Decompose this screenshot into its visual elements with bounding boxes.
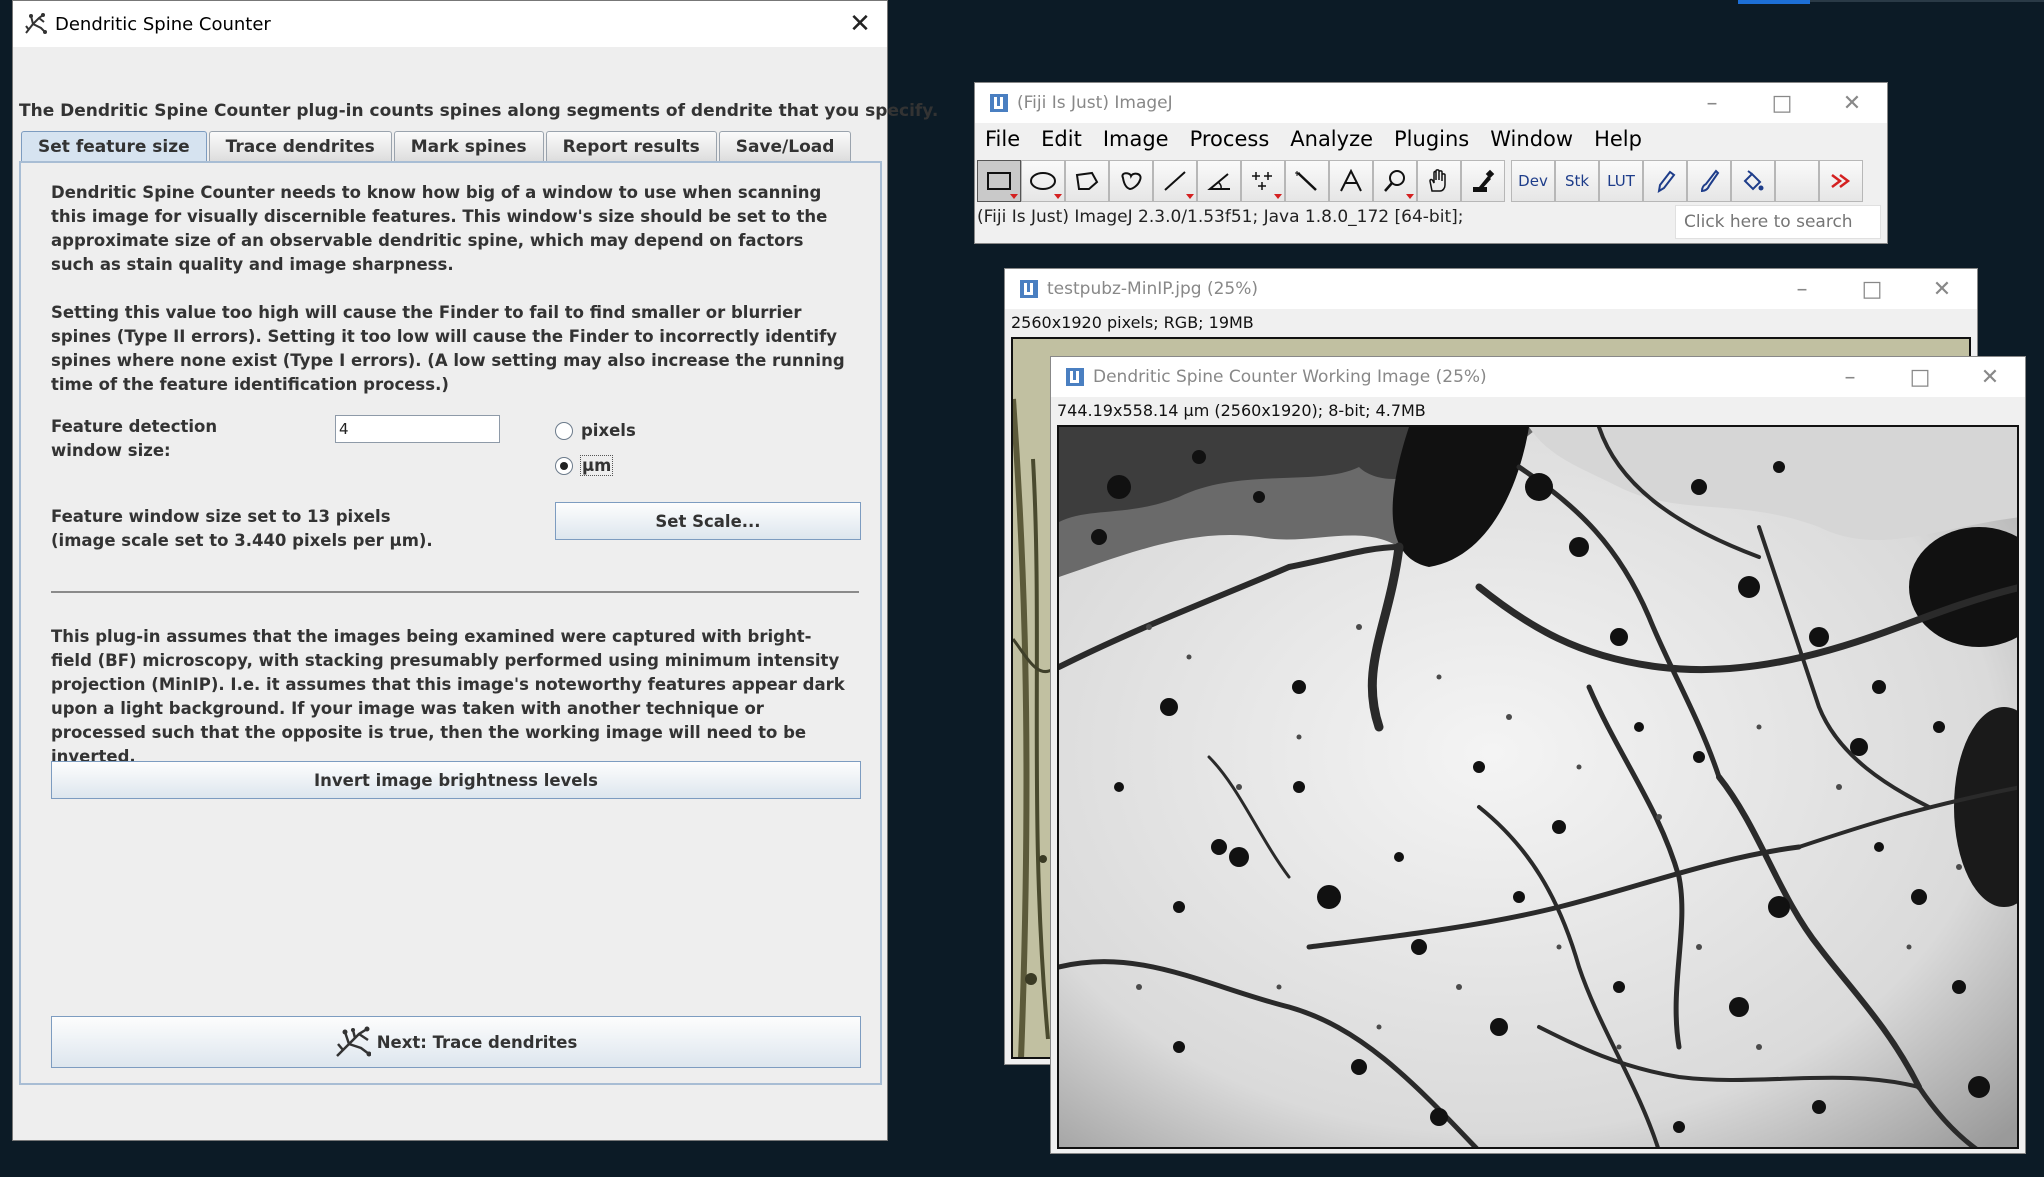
tab-save-load[interactable]: Save/Load (718, 131, 852, 162)
radio-um-indicator[interactable] (555, 456, 573, 475)
menu-file[interactable]: File (985, 127, 1020, 151)
minimize-icon[interactable]: – (1815, 357, 1885, 397)
minip-image-info: 2560x1920 pixels; RGB; 19MB (1011, 313, 1254, 332)
radio-pixels-indicator[interactable] (555, 421, 573, 440)
imagej-app-icon (989, 93, 1009, 113)
menu-image[interactable]: Image (1103, 127, 1169, 151)
tab-panel-set-feature-size: Dendritic Spine Counter needs to know ho… (19, 161, 882, 1085)
rectangle-tool-icon[interactable] (977, 160, 1021, 202)
dialog-title: Dendritic Spine Counter (55, 13, 271, 35)
blank-tool-slot[interactable] (1775, 160, 1819, 202)
wand-tool-icon[interactable] (1285, 160, 1329, 202)
window-size-label: Feature detection window size: (51, 417, 218, 460)
lut-tool-button[interactable]: LUT (1599, 160, 1643, 202)
working-title: Dendritic Spine Counter Working Image (2… (1093, 367, 1487, 387)
working-image-canvas[interactable] (1057, 425, 2019, 1149)
next-button-label: Next: Trace dendrites (376, 1032, 578, 1052)
status-line-pixels: Feature window size set to 13 pixels (51, 507, 391, 526)
hand-tool-icon[interactable] (1417, 160, 1461, 202)
intro-text: The Dendritic Spine Counter plug-in coun… (19, 101, 939, 121)
next-trace-dendrites-button[interactable]: Next: Trace dendrites (51, 1016, 861, 1068)
minimize-icon[interactable]: – (1677, 83, 1747, 123)
working-image-info: 744.19x558.14 µm (2560x1920); 8-bit; 4.7… (1057, 401, 1426, 420)
line-tool-icon[interactable] (1153, 160, 1197, 202)
pencil-tool-icon[interactable] (1643, 160, 1687, 202)
feature-size-status: Feature window size set to 13 pixels (im… (51, 505, 451, 553)
maximize-icon[interactable]: □ (1837, 269, 1907, 309)
spine-counter-app-icon (23, 12, 47, 36)
window-size-input[interactable] (335, 415, 500, 443)
feature-size-description: Dendritic Spine Counter needs to know ho… (51, 183, 828, 274)
maximize-icon[interactable]: □ (1747, 83, 1817, 123)
dev-tool-button[interactable]: Dev (1511, 160, 1555, 202)
text-tool-icon[interactable] (1329, 160, 1373, 202)
close-icon[interactable]: ✕ (1955, 357, 2025, 397)
search-input[interactable] (1675, 205, 1881, 239)
status-line-scale: (image scale set to 3.440 pixels per µm)… (51, 531, 433, 550)
spine-counter-dialog: Dendritic Spine Counter ✕ The Dendritic … (12, 0, 938, 1141)
menu-help[interactable]: Help (1594, 127, 1642, 151)
more-tools-icon[interactable] (1819, 160, 1863, 202)
invert-brightness-button[interactable]: Invert image brightness levels (51, 761, 861, 799)
imagej-toolbar: Dev Stk LUT (977, 160, 1863, 202)
unit-radio-pixels[interactable]: pixels (555, 421, 636, 440)
radio-um-label: µm (579, 455, 614, 476)
imagej-title: (Fiji Is Just) ImageJ (1017, 93, 1173, 113)
dendrite-icon (335, 1026, 371, 1058)
menu-process[interactable]: Process (1190, 127, 1270, 151)
radio-pixels-label: pixels (581, 421, 636, 440)
working-image-window: Dendritic Spine Counter Working Image (2… (1050, 356, 2026, 1154)
tab-mark-spines[interactable]: Mark spines (393, 131, 544, 162)
menu-window[interactable]: Window (1490, 127, 1573, 151)
close-icon[interactable]: ✕ (845, 9, 875, 39)
close-icon[interactable]: ✕ (1907, 269, 1977, 309)
menu-analyze[interactable]: Analyze (1290, 127, 1373, 151)
multipoint-tool-icon[interactable] (1241, 160, 1285, 202)
freehand-tool-icon[interactable] (1109, 160, 1153, 202)
imagej-menubar: File Edit Image Process Analyze Plugins … (975, 123, 1663, 155)
polygon-tool-icon[interactable] (1065, 160, 1109, 202)
dropper-tool-icon[interactable] (1461, 160, 1505, 202)
tab-report-results[interactable]: Report results (545, 131, 717, 162)
minimize-icon[interactable]: – (1767, 269, 1837, 309)
stk-tool-button[interactable]: Stk (1555, 160, 1599, 202)
angle-tool-icon[interactable] (1197, 160, 1241, 202)
feature-size-warning: Setting this value too high will cause t… (51, 303, 845, 394)
tab-bar: Set feature size Trace dendrites Mark sp… (21, 131, 853, 162)
oval-tool-icon[interactable] (1021, 160, 1065, 202)
flood-fill-tool-icon[interactable] (1731, 160, 1775, 202)
magnifier-tool-icon[interactable] (1373, 160, 1417, 202)
maximize-icon[interactable]: □ (1885, 357, 1955, 397)
menu-plugins[interactable]: Plugins (1394, 127, 1469, 151)
brightfield-description: This plug-in assumes that the images bei… (51, 627, 845, 766)
imagej-app-icon (1065, 367, 1085, 387)
imagej-status: (Fiji Is Just) ImageJ 2.3.0/1.53f51; Jav… (977, 207, 1464, 227)
tab-trace-dendrites[interactable]: Trace dendrites (208, 131, 392, 162)
imagej-window: (Fiji Is Just) ImageJ – □ ✕ File Edit Im… (974, 82, 1888, 244)
minip-title: testpubz-MinIP.jpg (25%) (1047, 279, 1259, 299)
close-icon[interactable]: ✕ (1817, 83, 1887, 123)
taskbar-rule (1810, 0, 2044, 2)
menu-edit[interactable]: Edit (1041, 127, 1082, 151)
separator (51, 591, 859, 593)
unit-radio-um[interactable]: µm (555, 455, 614, 476)
dialog-titlebar: Dendritic Spine Counter (13, 1, 887, 47)
tab-set-feature-size[interactable]: Set feature size (21, 131, 207, 162)
imagej-app-icon (1019, 279, 1039, 299)
taskbar-accent (1738, 0, 1810, 4)
set-scale-button[interactable]: Set Scale... (555, 502, 861, 540)
brush-tool-icon[interactable] (1687, 160, 1731, 202)
